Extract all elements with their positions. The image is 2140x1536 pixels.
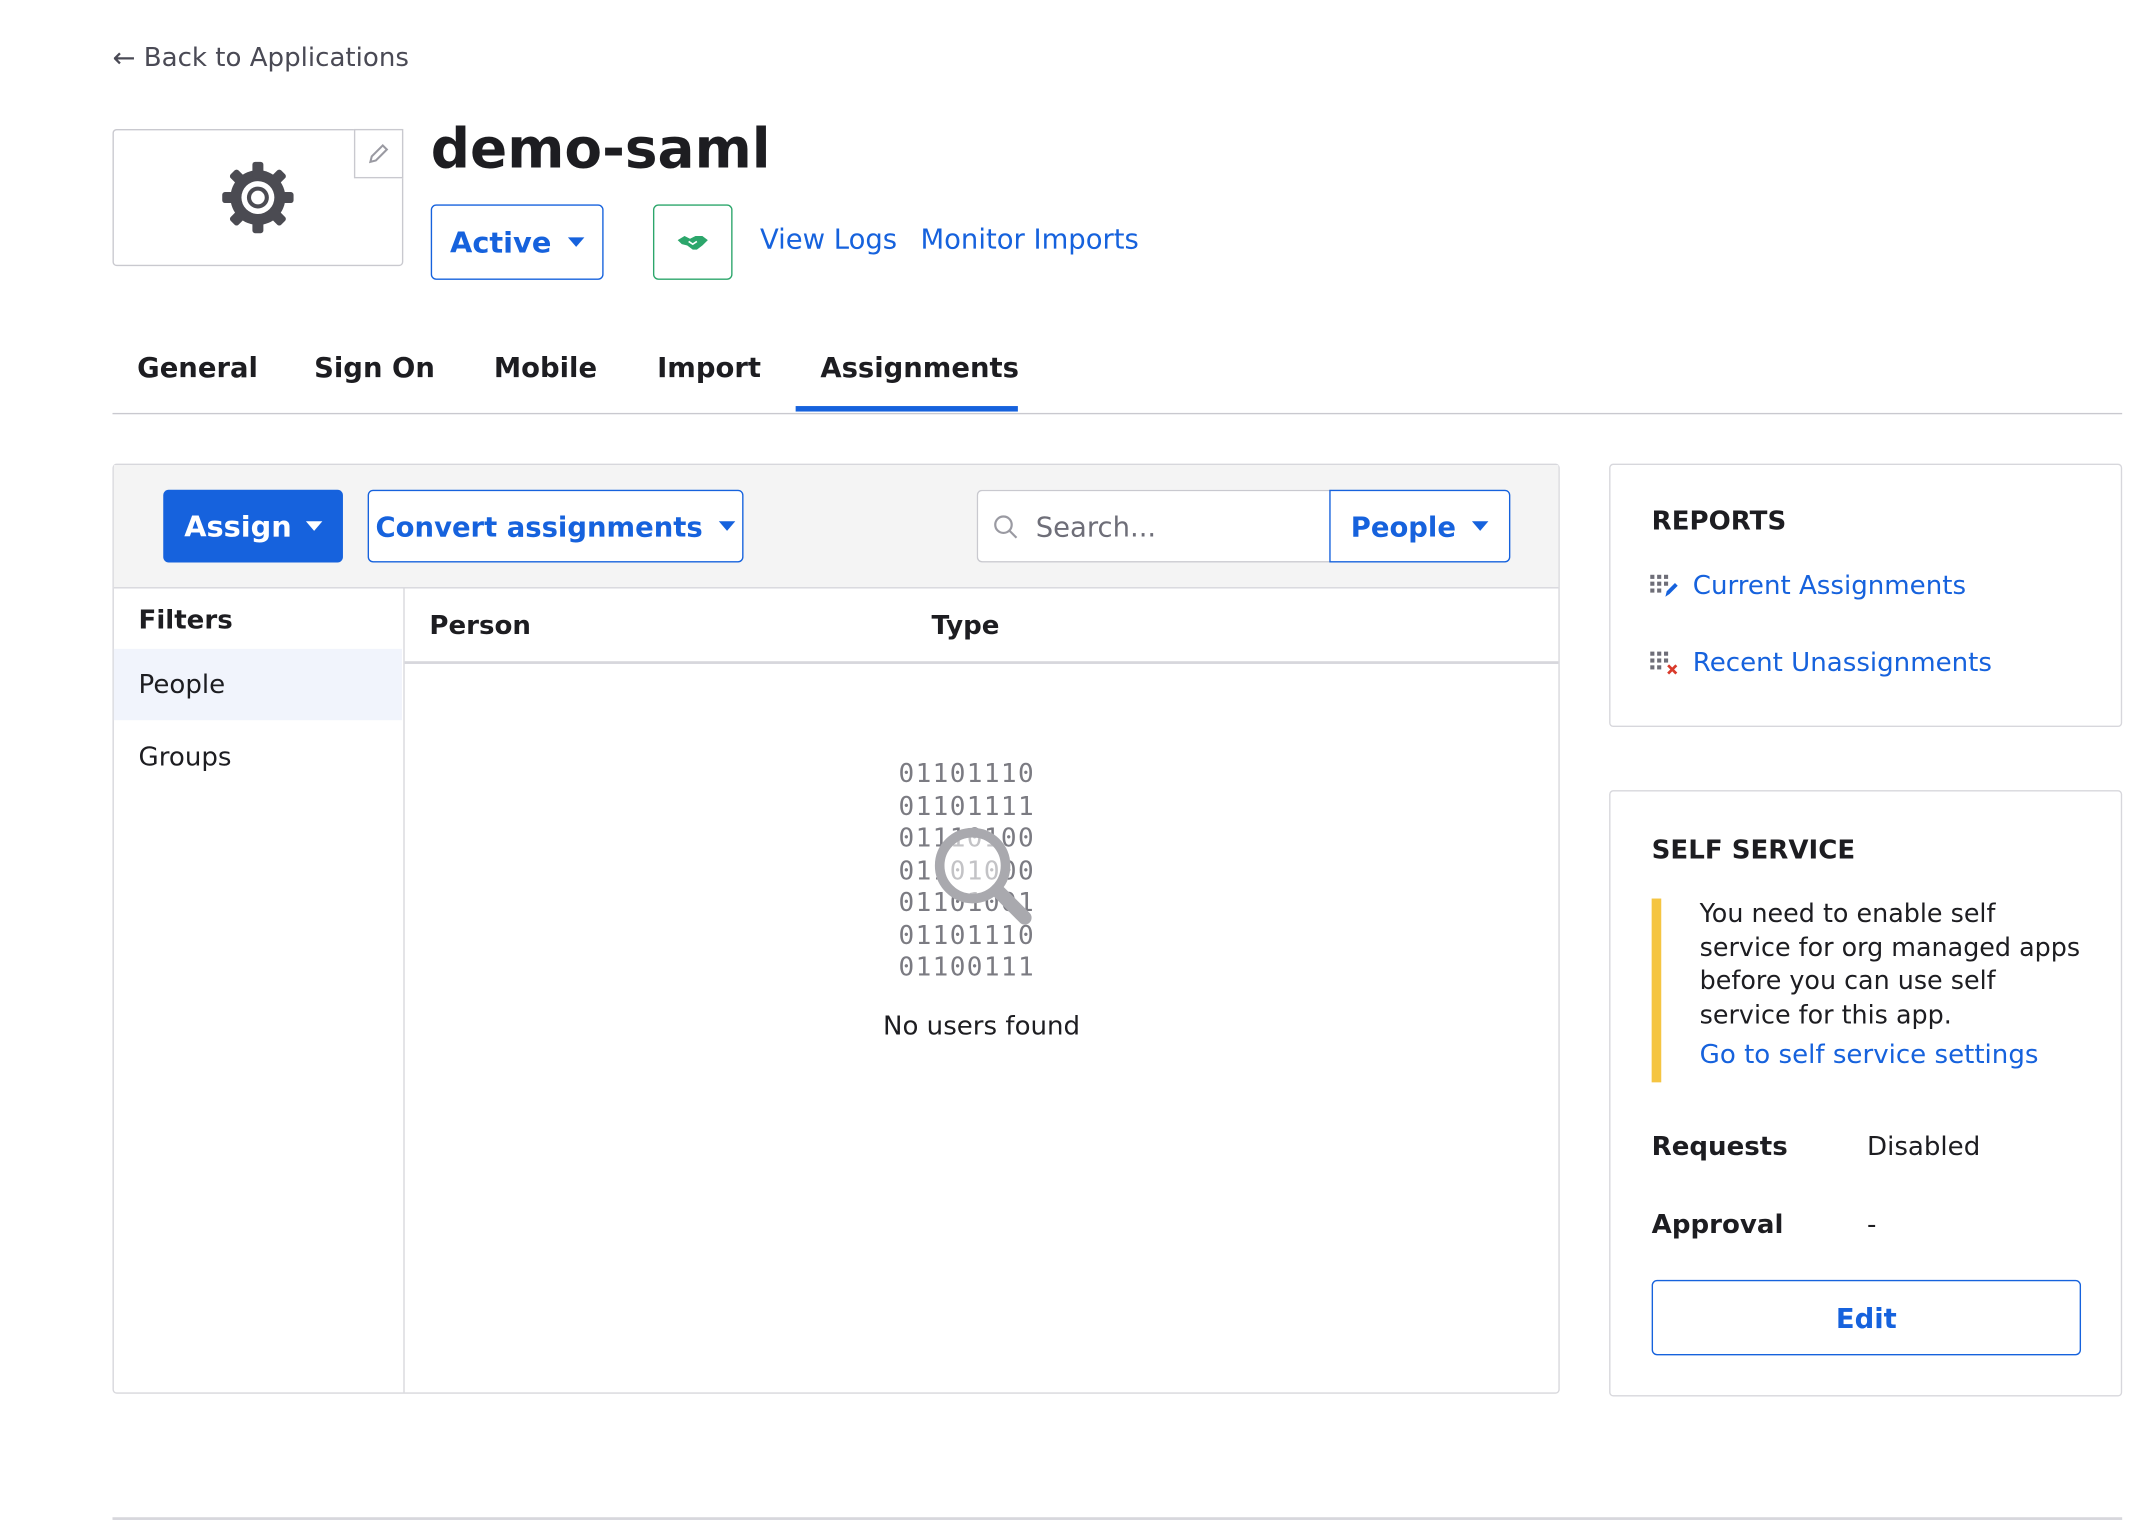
recent-unassignments-link[interactable]: Recent Unassignments: [1649, 647, 1992, 678]
column-header-person[interactable]: Person: [429, 610, 531, 640]
status-dropdown[interactable]: Active: [430, 204, 604, 280]
convert-assignments-label: Convert assignments: [375, 509, 703, 543]
report-edit-icon: [1650, 574, 1678, 597]
app-tabs: General Sign On Mobile Import Assignment…: [112, 343, 2123, 415]
arrow-left-icon: ←: [112, 41, 136, 75]
search-input[interactable]: [1032, 508, 1300, 544]
current-assignments-label: Current Assignments: [1692, 570, 1967, 601]
reports-heading: REPORTS: [1651, 506, 1787, 537]
magnifier-icon: [934, 827, 1032, 925]
caret-down-icon: [305, 521, 322, 531]
assign-button[interactable]: Assign: [163, 489, 343, 563]
binary-line: 01100111: [898, 952, 1036, 983]
edit-self-service-button[interactable]: Edit: [1651, 1279, 2082, 1356]
filters-sidebar: Filters People Groups: [113, 588, 405, 1393]
binary-line: 01101110: [898, 758, 1036, 789]
filters-heading: Filters: [138, 604, 233, 636]
caret-down-icon: [1472, 521, 1489, 531]
tab-import[interactable]: Import: [657, 351, 761, 384]
self-service-heading: SELF SERVICE: [1651, 835, 1856, 866]
filter-groups[interactable]: Groups: [114, 722, 402, 793]
view-logs-link[interactable]: View Logs: [760, 222, 897, 255]
caret-down-icon: [719, 521, 736, 531]
self-service-settings-link[interactable]: Go to self service settings: [1700, 1040, 2091, 1070]
gear-icon: [222, 161, 294, 234]
requests-label: Requests: [1651, 1131, 1788, 1162]
self-service-notice: You need to enable self service for org …: [1651, 898, 2091, 1083]
search-box: [976, 489, 1333, 563]
current-assignments-link[interactable]: Current Assignments: [1649, 571, 1966, 601]
caret-down-icon: [567, 237, 585, 247]
convert-assignments-button[interactable]: Convert assignments: [367, 489, 744, 563]
reports-panel: REPORTS Current Assignments Recent Unass…: [1609, 463, 2123, 728]
footer-divider: [112, 1517, 2123, 1520]
approval-value: -: [1867, 1209, 1877, 1241]
back-to-applications-link[interactable]: ← Back to Applications: [112, 41, 408, 74]
provisioning-button[interactable]: [652, 204, 733, 280]
self-service-panel: SELF SERVICE You need to enable self ser…: [1609, 790, 2123, 1397]
status-label: Active: [450, 225, 552, 259]
table-header-divider: [404, 661, 1559, 664]
search-icon: [994, 514, 1018, 538]
report-remove-icon: [1650, 651, 1678, 675]
assign-button-label: Assign: [184, 509, 292, 543]
self-service-notice-text: You need to enable self service for org …: [1699, 899, 2081, 1030]
edit-logo-button[interactable]: [353, 128, 404, 179]
recent-unassignments-label: Recent Unassignments: [1692, 647, 1992, 678]
search-scope-select[interactable]: People: [1329, 489, 1511, 563]
filter-people[interactable]: People: [113, 648, 402, 721]
approval-label: Approval: [1651, 1209, 1784, 1241]
page: ← Back to Applications demo-saml Active …: [0, 0, 2140, 1536]
search-scope-label: People: [1350, 509, 1456, 543]
empty-state-message: No users found: [882, 1011, 1081, 1042]
monitor-imports-link[interactable]: Monitor Imports: [920, 222, 1138, 255]
requests-value: Disabled: [1867, 1131, 1981, 1162]
app-title: demo-saml: [430, 117, 771, 182]
binary-line: 01101111: [898, 790, 1036, 822]
tab-mobile[interactable]: Mobile: [494, 351, 597, 384]
handshake-icon: [677, 235, 708, 249]
assignments-panel: Assign Convert assignments People Filter…: [112, 463, 1560, 1394]
active-tab-indicator: [795, 406, 1018, 412]
tab-general[interactable]: General: [137, 351, 258, 384]
app-logo: [112, 128, 404, 267]
pencil-icon: [368, 143, 389, 164]
tab-assignments[interactable]: Assignments: [820, 351, 1019, 384]
assignments-toolbar: Assign Convert assignments People: [113, 465, 1559, 589]
column-header-type[interactable]: Type: [931, 610, 999, 640]
back-link-label: Back to Applications: [143, 42, 409, 73]
tab-sign-on[interactable]: Sign On: [314, 351, 435, 384]
